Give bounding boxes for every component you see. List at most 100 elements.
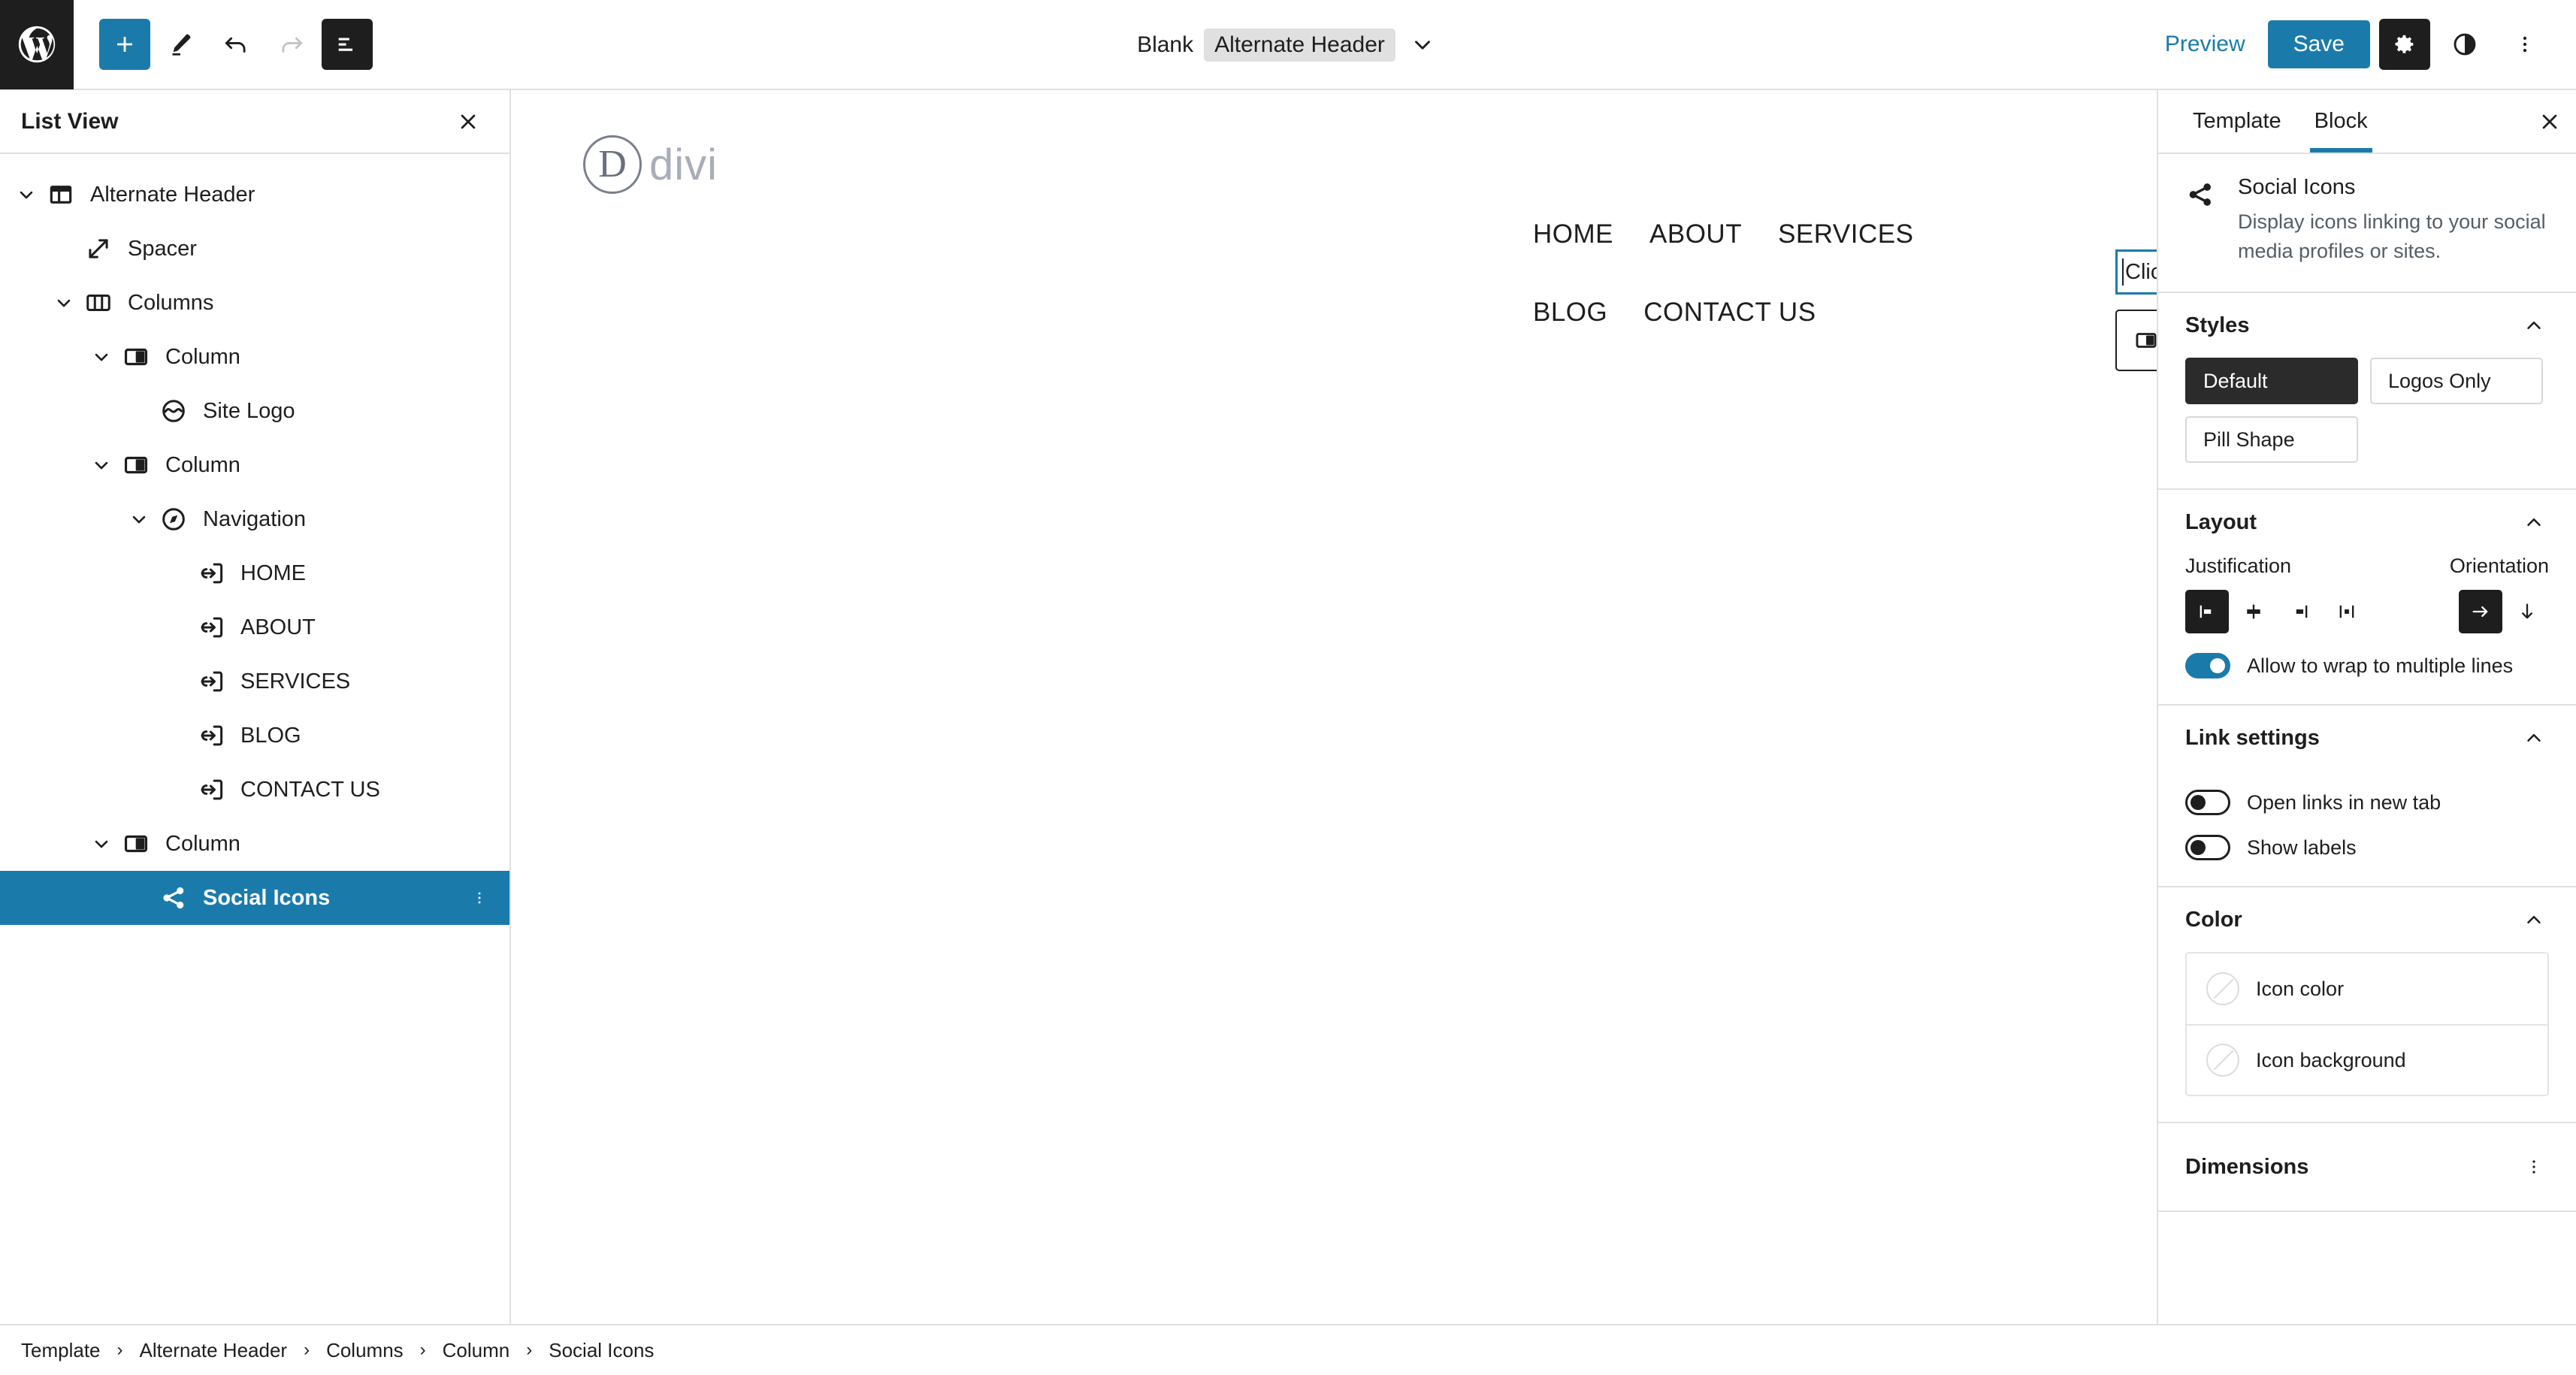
breadcrumb-item-column[interactable]: Column [443,1339,510,1362]
chevron-down-icon [95,840,108,848]
chevron-up-icon[interactable] [2519,507,2549,537]
select-parent-column-button[interactable] [2117,311,2157,370]
expand-collapse-chevron-down-icon[interactable] [9,177,44,212]
expand-collapse-chevron-down-icon[interactable] [84,340,119,374]
document-title[interactable]: Alternate Header [1204,29,1395,62]
list-view-item-column[interactable]: Column [0,330,509,384]
preview-button[interactable]: Preview [2151,24,2259,65]
dimensions-panel-header[interactable]: Dimensions [2158,1123,2576,1213]
style-option-logos-only[interactable]: Logos Only [2370,358,2543,405]
column-icon [119,448,153,482]
redo-button[interactable] [266,19,317,70]
list-view-item-site-logo[interactable]: Site Logo [0,384,509,438]
template-part-icon [44,177,78,212]
chevron-up-icon[interactable] [2519,723,2549,753]
nav-link-contact-us[interactable]: CONTACT US [1643,273,1816,352]
more-options-button[interactable] [2499,19,2550,70]
justify-center-button[interactable] [2232,590,2275,633]
block-inspector-panel: Template Block Social Icons Display icon… [2157,90,2576,1324]
justify-space-between-button[interactable] [2325,590,2369,633]
edit-tool-button[interactable] [155,19,206,70]
breadcrumb-separator: › [419,1340,426,1360]
list-view-item-about[interactable]: ABOUT [0,600,509,654]
style-option-pill-shape[interactable]: Pill Shape [2185,416,2358,464]
page-link-icon [201,617,223,638]
layout-labels-row: Justification Orientation [2185,555,2549,578]
text-cursor [2122,258,2124,286]
list-view-button[interactable] [322,19,373,70]
open-links-new-tab-toggle[interactable] [2185,790,2230,816]
icon-background-row[interactable]: Icon background [2187,1024,2547,1095]
list-view-item-blog[interactable]: BLOG [0,709,509,763]
styles-panel-header[interactable]: Styles [2185,293,2549,358]
add-block-button[interactable] [99,19,150,70]
tab-block[interactable]: Block [2298,90,2384,153]
editor-top-bar: Blank Alternate Header Preview Save [0,0,2576,90]
list-view-item-label: Site Logo [203,398,295,423]
nav-link-blog[interactable]: BLOG [1533,273,1607,352]
breadcrumb-item-alternate-header[interactable]: Alternate Header [140,1339,288,1362]
site-logo-block[interactable]: D divi [583,135,718,194]
list-view-item-column[interactable]: Column [0,438,509,492]
show-labels-toggle[interactable] [2185,835,2230,861]
list-view-item-label: Social Icons [203,885,331,910]
list-view-item-options-button[interactable] [464,878,494,917]
list-view-item-column[interactable]: Column [0,817,509,871]
color-swatch-none-icon [2206,972,2239,1006]
icon-background-label: Icon background [2256,1048,2406,1071]
list-view-item-contact-us[interactable]: CONTACT US [0,763,509,817]
layout-panel-header[interactable]: Layout [2185,490,2549,555]
inspector-tabs: Template Block [2158,90,2576,154]
list-view-close-button[interactable] [448,101,488,142]
arrow-right-icon [2472,606,2488,618]
icon-color-row[interactable]: Icon color [2187,953,2547,1024]
chevron-up-icon[interactable] [2519,310,2549,340]
expand-collapse-chevron-down-icon[interactable] [47,286,81,320]
page-link-icon [194,718,228,753]
link-settings-panel-header[interactable]: Link settings [2185,706,2549,770]
undo-button[interactable] [210,19,262,70]
justify-left-button[interactable] [2185,590,2229,634]
list-view-item-navigation[interactable]: Navigation [0,492,509,546]
nav-link-services[interactable]: SERVICES [1778,195,1913,273]
list-view-item-home[interactable]: HOME [0,546,509,600]
wordpress-logo-button[interactable] [0,0,74,89]
list-view-item-label: Column [165,831,240,856]
expand-collapse-chevron-down-icon[interactable] [122,502,156,536]
layout-panel-title: Layout [2185,509,2257,534]
style-option-default[interactable]: Default [2185,358,2358,405]
document-dropdown-button[interactable] [1406,29,1439,62]
save-button[interactable]: Save [2267,20,2370,68]
expand-collapse-chevron-down-icon[interactable] [84,827,119,861]
list-view-item-social-icons[interactable]: Social Icons [0,871,509,925]
settings-button[interactable] [2379,19,2430,70]
breadcrumb-item-template[interactable]: Template [21,1339,101,1362]
list-view-item-services[interactable]: SERVICES [0,654,509,709]
dimensions-options-button[interactable] [2519,1152,2549,1182]
breadcrumb-separator: › [116,1340,123,1360]
breadcrumb-item-social-icons[interactable]: Social Icons [549,1339,654,1362]
color-panel-header[interactable]: Color [2185,887,2549,952]
block-card: Social Icons Display icons linking to yo… [2158,154,2576,294]
chevron-up-icon[interactable] [2519,905,2549,935]
styles-button[interactable] [2439,19,2490,70]
nav-link-home[interactable]: HOME [1533,195,1613,273]
block-appender[interactable]: Click plus to add [2115,249,2157,295]
wrap-toggle-row: Allow to wrap to multiple lines [2185,653,2549,679]
expand-collapse-chevron-down-icon[interactable] [84,448,119,482]
list-view-item-columns[interactable]: Columns [0,276,509,330]
orientation-horizontal-button[interactable] [2459,590,2502,634]
nav-link-about[interactable]: ABOUT [1649,195,1742,273]
breadcrumb-item-columns[interactable]: Columns [326,1339,404,1362]
block-appender-placeholder: Click plus to add [2125,259,2157,284]
list-view-item-alternate-header[interactable]: Alternate Header [0,168,509,222]
tab-template[interactable]: Template [2176,90,2298,153]
justify-right-button[interactable] [2278,590,2322,633]
inspector-close-button[interactable] [2523,90,2576,153]
wrap-toggle[interactable] [2185,653,2230,679]
list-view-item-spacer[interactable]: Spacer [0,222,509,276]
orientation-vertical-button[interactable] [2505,590,2549,633]
